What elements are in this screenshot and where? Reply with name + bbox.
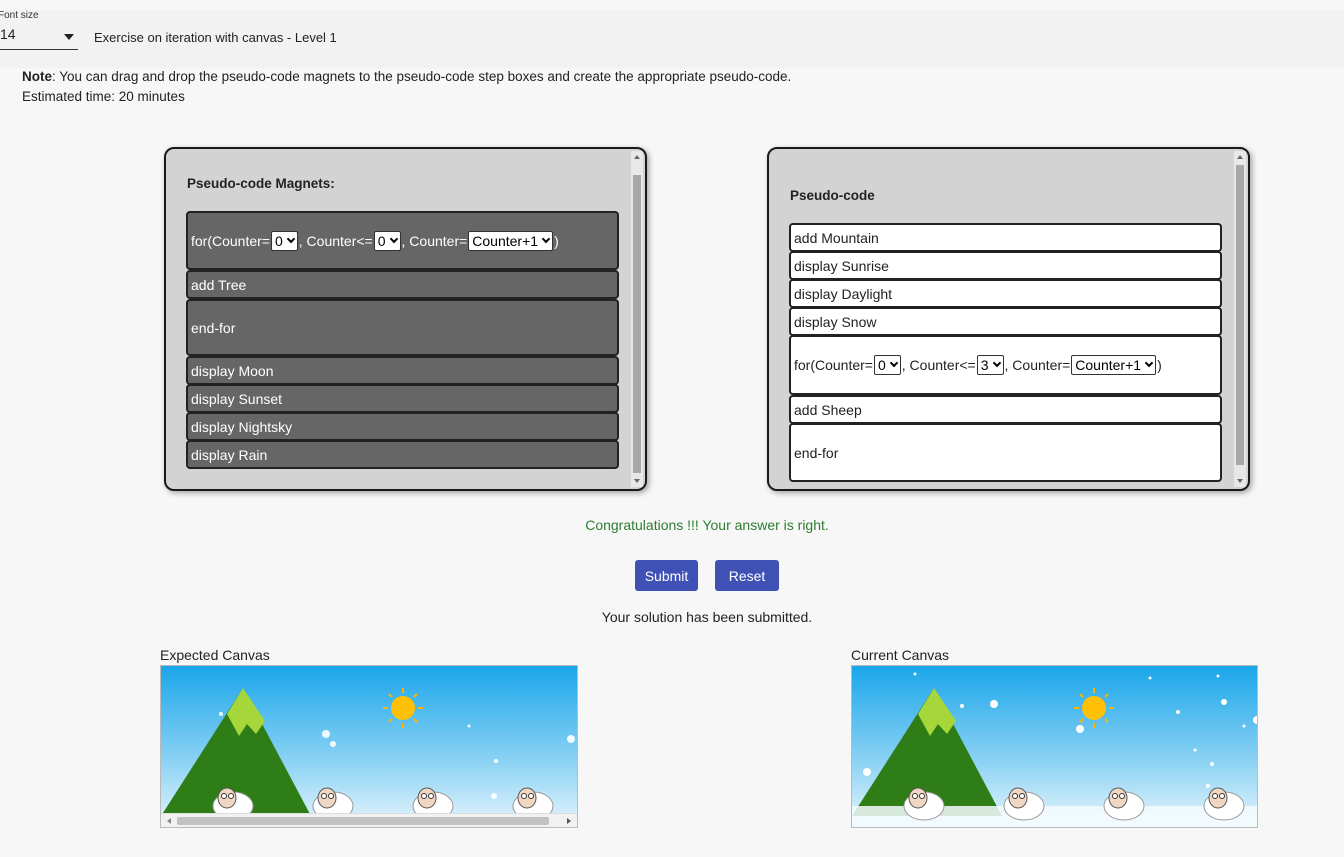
current-canvas-label: Current Canvas [851, 647, 950, 663]
counter-step-select[interactable]: Counter+1 [468, 230, 554, 251]
success-message: Congratulations !!! Your answer is right… [585, 517, 829, 533]
magnets-scrollbar[interactable] [631, 151, 643, 487]
font-size-label: Font size [0, 10, 39, 21]
magnet-display-sunset[interactable]: display Sunset [186, 384, 619, 413]
step-add-mountain[interactable]: add Mountain [789, 223, 1222, 252]
chevron-down-icon [1144, 358, 1154, 368]
pseudocode-scrollbar[interactable] [1234, 151, 1246, 487]
scrollbar-thumb[interactable] [633, 175, 641, 473]
for-suffix: ) [1157, 357, 1162, 373]
step-display-sunrise[interactable]: display Sunrise [789, 251, 1222, 280]
font-size-value: 14 [0, 26, 16, 42]
counter-step-value: Counter+1 [472, 232, 539, 249]
estimated-time: Estimated time: 20 minutes [22, 89, 185, 104]
magnet-add-tree[interactable]: add Tree [186, 270, 619, 299]
for-prefix: for(Counter= [191, 232, 270, 249]
exercise-title: Exercise on iteration with canvas - Leve… [94, 30, 337, 45]
magnet-display-moon[interactable]: display Moon [186, 356, 619, 385]
font-size-select[interactable]: 14 [0, 26, 78, 50]
submit-button[interactable]: Submit [635, 560, 698, 591]
counter-step-value: Counter+1 [1075, 357, 1142, 373]
scroll-left-icon [167, 818, 171, 824]
scroll-down-icon [634, 479, 640, 483]
scrollbar-thumb[interactable] [177, 817, 549, 825]
counter-end-value: 0 [377, 232, 386, 249]
for-prefix: for(Counter= [794, 357, 873, 373]
counter-end-select[interactable]: 0 [373, 230, 401, 251]
for-mid2: , Counter= [1004, 357, 1071, 373]
pseudocode-panel-title: Pseudo-code [790, 188, 875, 203]
scroll-right-icon [567, 818, 571, 824]
step-display-snow[interactable]: display Snow [789, 307, 1222, 336]
magnet-for-loop[interactable]: for(Counter= 0 , Counter<= 0 , Counter= … [186, 211, 619, 270]
magnet-end-for[interactable]: end-for [186, 299, 619, 356]
chevron-down-icon [889, 358, 899, 368]
step-add-sheep[interactable]: add Sheep [789, 395, 1222, 424]
current-canvas [851, 665, 1258, 828]
counter-start-value: 0 [274, 232, 283, 249]
note-label: Note [22, 69, 52, 84]
counter-end-value: 3 [980, 357, 989, 373]
magnet-display-nightsky[interactable]: display Nightsky [186, 412, 619, 441]
top-toolbar: Font size 14 Exercise on iteration with … [0, 10, 1344, 68]
expected-canvas-label: Expected Canvas [160, 647, 270, 663]
step-end-for[interactable]: end-for [789, 423, 1222, 482]
instructions-note: Note: You can drag and drop the pseudo-c… [22, 67, 791, 107]
magnets-panel: Pseudo-code Magnets: for(Counter= 0 , Co… [164, 147, 647, 491]
step-for-loop[interactable]: for(Counter= 0 , Counter<= 3 , Counter= … [789, 335, 1222, 395]
counter-start-select[interactable]: 0 [873, 355, 901, 375]
chevron-down-icon [992, 358, 1001, 368]
submitted-message: Your solution has been submitted. [601, 609, 813, 625]
scroll-up-icon [634, 155, 640, 159]
chevron-down-icon [286, 234, 296, 243]
step-display-daylight[interactable]: display Daylight [789, 279, 1222, 308]
magnets-panel-title: Pseudo-code Magnets: [187, 176, 335, 191]
note-text: : You can drag and drop the pseudo-code … [52, 69, 792, 84]
for-suffix: ) [554, 232, 559, 249]
magnet-display-rain[interactable]: display Rain [186, 440, 619, 469]
expected-canvas-scrollbar[interactable] [161, 813, 577, 827]
scroll-down-icon [1237, 479, 1243, 483]
current-canvas-scene [852, 666, 1257, 827]
caret-down-icon [64, 34, 74, 40]
counter-start-select[interactable]: 0 [270, 230, 298, 251]
for-mid: , Counter<= [298, 232, 373, 249]
scroll-up-icon [1237, 155, 1243, 159]
reset-button[interactable]: Reset [715, 560, 779, 591]
chevron-down-icon [389, 234, 398, 243]
scrollbar-thumb[interactable] [1236, 165, 1244, 465]
expected-canvas [160, 665, 578, 828]
counter-step-select[interactable]: Counter+1 [1071, 355, 1157, 375]
counter-start-value: 0 [877, 357, 886, 373]
chevron-down-icon [541, 234, 551, 243]
for-mid: , Counter<= [901, 357, 976, 373]
pseudocode-panel: Pseudo-code add Mountain display Sunrise… [767, 147, 1250, 491]
expected-canvas-scene [161, 666, 577, 827]
counter-end-select[interactable]: 3 [976, 355, 1004, 375]
for-mid2: , Counter= [401, 232, 468, 249]
